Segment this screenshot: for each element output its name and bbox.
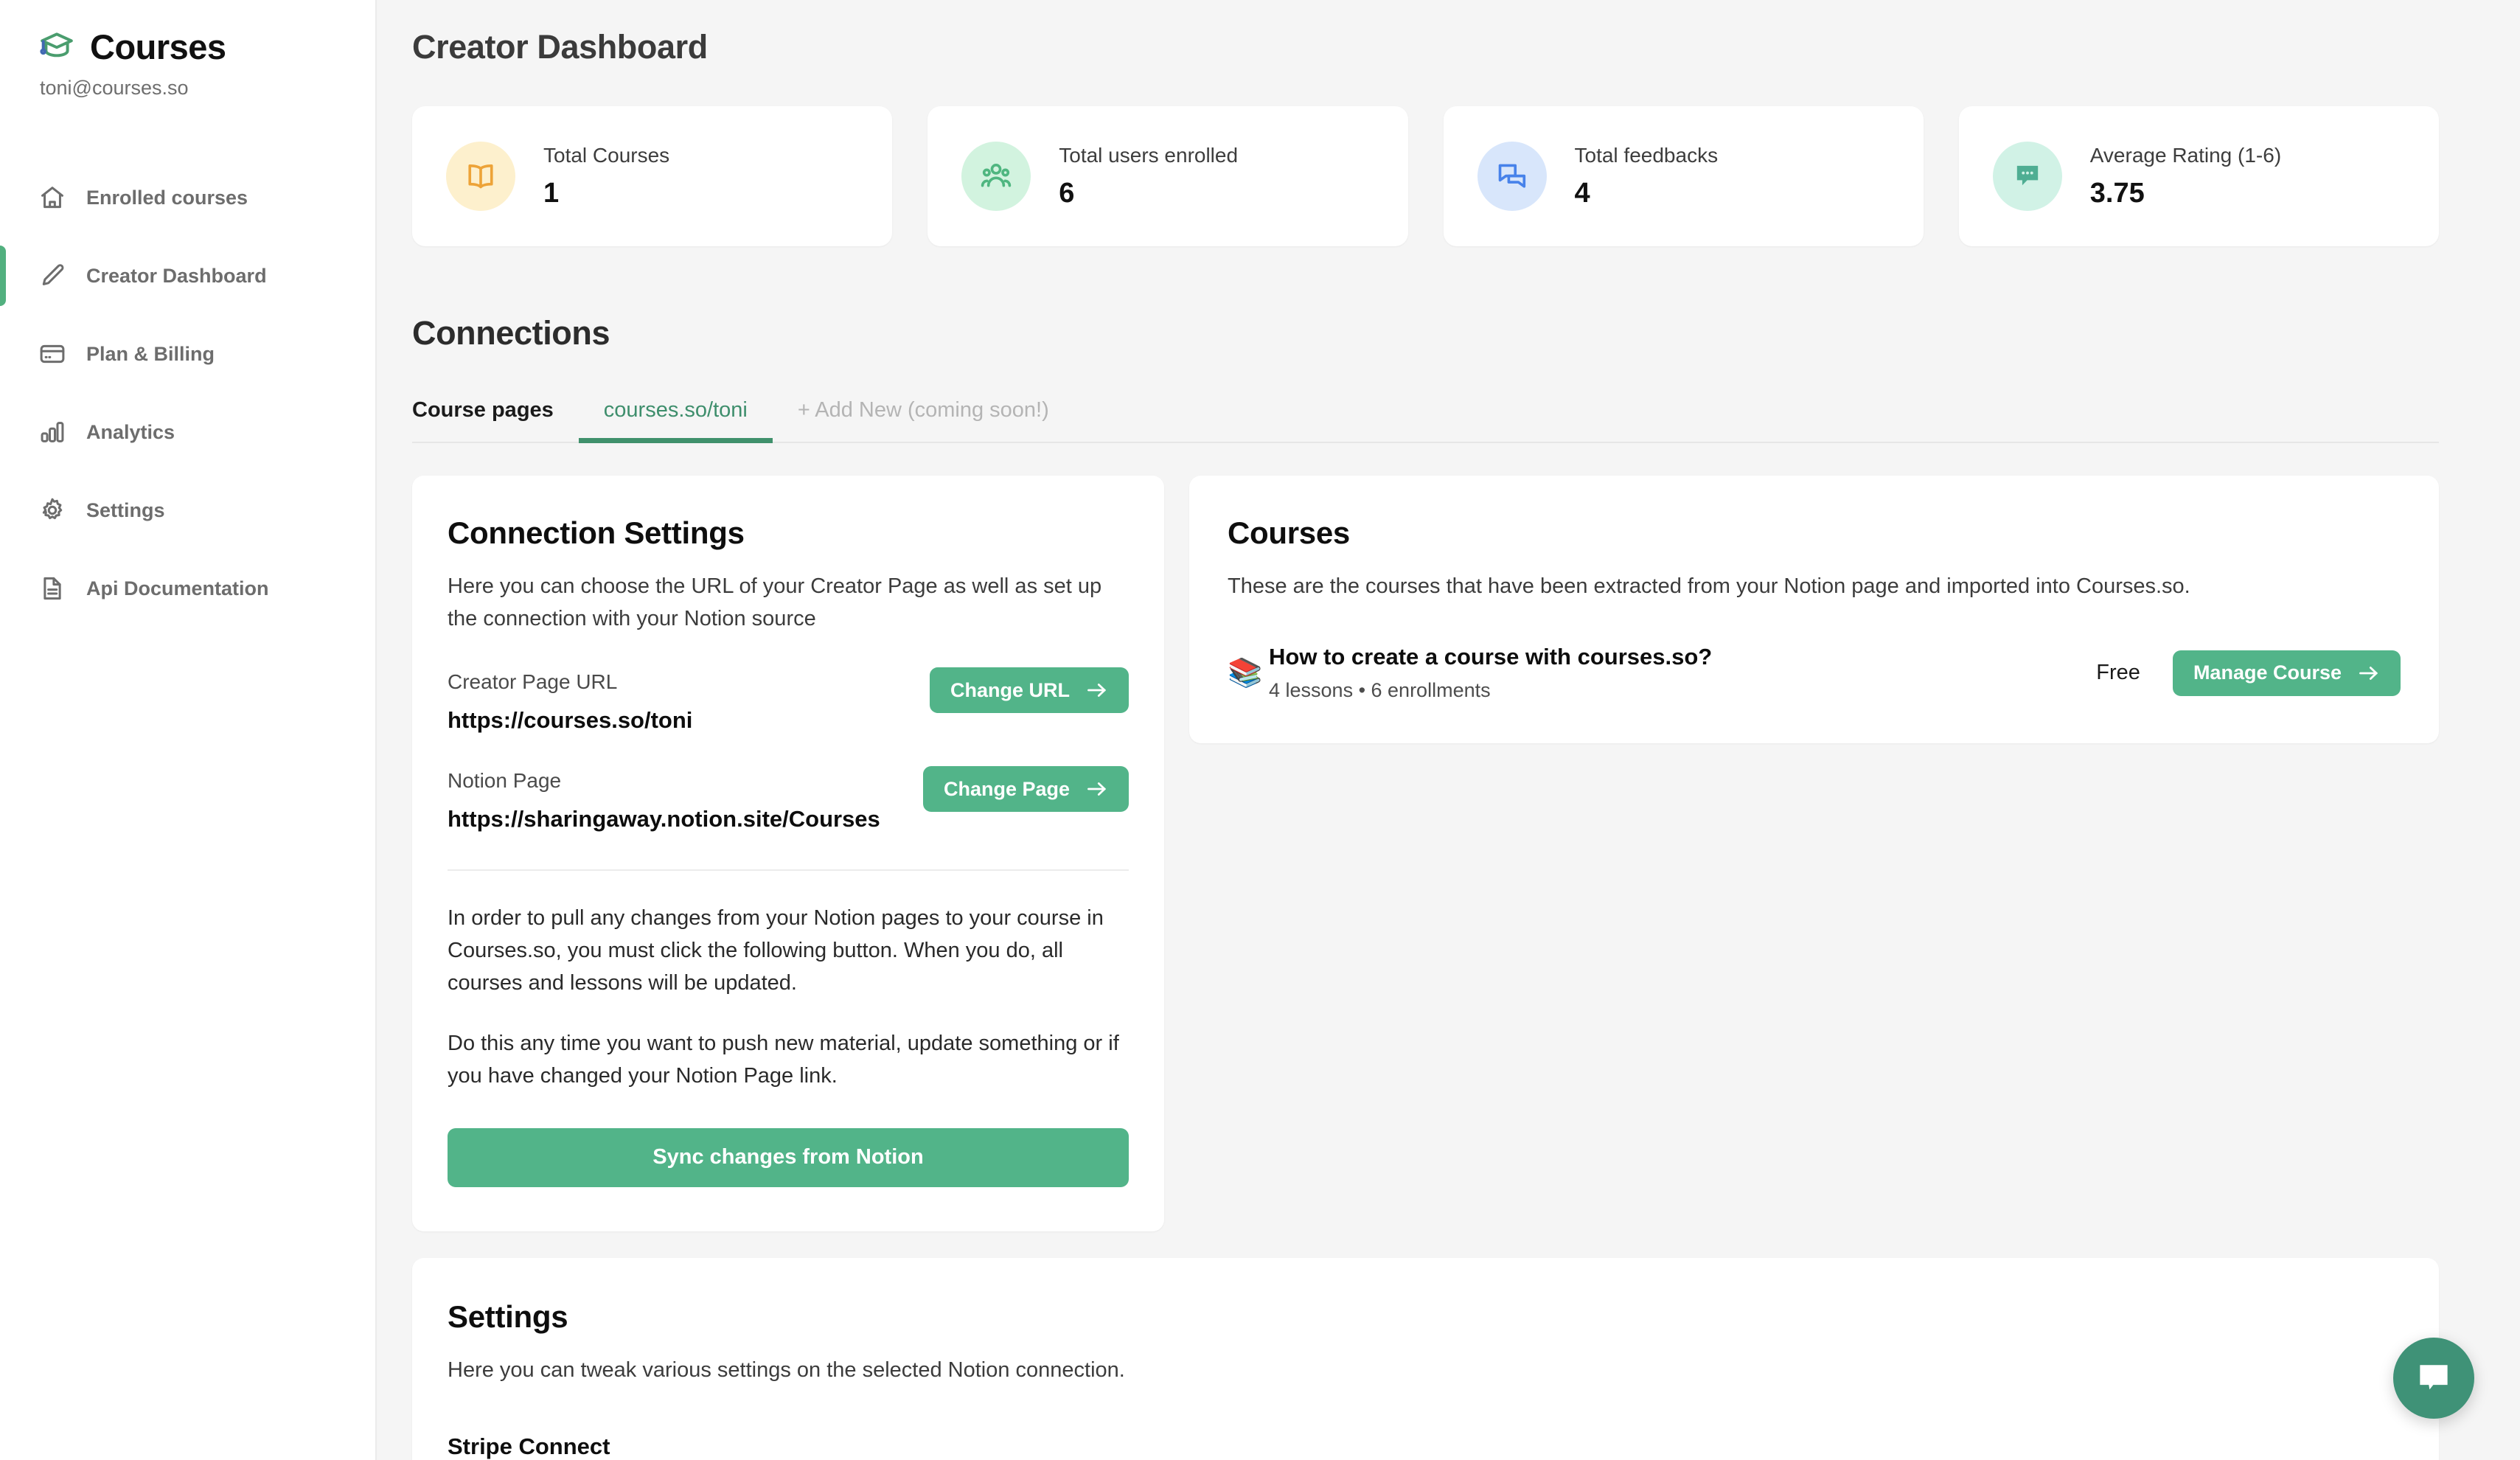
arrow-right-icon bbox=[2358, 664, 2380, 683]
settings-panel-title: Settings bbox=[448, 1299, 2404, 1335]
stat-value: 1 bbox=[543, 178, 669, 209]
course-list-item: 📚 How to create a course with courses.so… bbox=[1228, 644, 2401, 702]
connection-settings-title: Connection Settings bbox=[448, 515, 1129, 551]
notion-page-label: Notion Page bbox=[448, 769, 880, 793]
connections-title: Connections bbox=[412, 314, 2439, 352]
courses-panel: Courses These are the courses that have … bbox=[1189, 476, 2439, 743]
brand-row[interactable]: Courses bbox=[38, 28, 375, 65]
pencil-icon bbox=[38, 262, 66, 290]
arrow-right-icon bbox=[1086, 681, 1108, 700]
stat-label: Total users enrolled bbox=[1059, 144, 1238, 167]
document-icon bbox=[38, 574, 66, 602]
tab-course-pages: Course pages bbox=[412, 398, 579, 442]
bar-chart-icon bbox=[38, 418, 66, 446]
settings-panel: Settings Here you can tweak various sett… bbox=[412, 1258, 2439, 1460]
sync-paragraph-2: Do this any time you want to push new ma… bbox=[448, 1027, 1129, 1092]
change-url-button-label: Change URL bbox=[950, 679, 1070, 702]
connection-settings-panel: Connection Settings Here you can choose … bbox=[412, 476, 1164, 1231]
panels-row: Connection Settings Here you can choose … bbox=[412, 476, 2439, 1231]
stat-label: Total Courses bbox=[543, 144, 669, 167]
change-page-button[interactable]: Change Page bbox=[923, 766, 1129, 812]
panel-divider bbox=[448, 869, 1129, 871]
brand: Courses toni@courses.so bbox=[0, 0, 375, 100]
sidebar-item-creator-dashboard[interactable]: Creator Dashboard bbox=[0, 237, 375, 315]
users-icon bbox=[961, 142, 1031, 211]
stat-label: Average Rating (1-6) bbox=[2090, 144, 2281, 167]
creator-page-url-row: Creator Page URL https://courses.so/toni… bbox=[448, 667, 1129, 734]
course-meta: 4 lessons • 6 enrollments bbox=[1269, 679, 1712, 702]
courses-panel-description: These are the courses that have been ext… bbox=[1228, 570, 2401, 602]
connection-settings-description: Here you can choose the URL of your Crea… bbox=[448, 570, 1129, 635]
sidebar-item-settings[interactable]: Settings bbox=[0, 471, 375, 549]
tab-add-new[interactable]: + Add New (coming soon!) bbox=[773, 398, 1074, 442]
sync-changes-button[interactable]: Sync changes from Notion bbox=[448, 1128, 1129, 1187]
sidebar-item-analytics[interactable]: Analytics bbox=[0, 393, 375, 471]
change-page-button-label: Change Page bbox=[944, 778, 1070, 801]
course-price: Free bbox=[2096, 661, 2140, 685]
home-icon bbox=[38, 184, 66, 212]
app-root: Courses toni@courses.so Enrolled courses bbox=[0, 0, 2520, 1460]
sidebar-item-label: Creator Dashboard bbox=[86, 265, 267, 288]
manage-course-button-label: Manage Course bbox=[2193, 661, 2342, 684]
sidebar-item-label: Enrolled courses bbox=[86, 187, 248, 209]
stat-value: 3.75 bbox=[2090, 178, 2281, 209]
settings-panel-description: Here you can tweak various settings on t… bbox=[448, 1354, 2404, 1386]
stat-value: 4 bbox=[1575, 178, 1719, 209]
creator-page-url-value: https://courses.so/toni bbox=[448, 707, 692, 734]
main-content: Creator Dashboard Total Courses 1 bbox=[377, 0, 2520, 1460]
sidebar-nav: Enrolled courses Creator Dashboard bbox=[0, 159, 375, 628]
chat-bubbles-icon bbox=[1477, 142, 1547, 211]
chat-dots-icon bbox=[1993, 142, 2062, 211]
graduation-cap-icon bbox=[38, 28, 75, 65]
arrow-right-icon bbox=[1086, 779, 1108, 799]
books-emoji-icon: 📚 bbox=[1228, 659, 1269, 687]
account-email: toni@courses.so bbox=[38, 77, 375, 100]
gear-icon bbox=[38, 496, 66, 524]
sidebar: Courses toni@courses.so Enrolled courses bbox=[0, 0, 377, 1460]
creator-page-url-label: Creator Page URL bbox=[448, 670, 692, 694]
brand-title: Courses bbox=[90, 29, 226, 64]
stat-value: 6 bbox=[1059, 178, 1238, 209]
connections-tabs: Course pages courses.so/toni + Add New (… bbox=[412, 398, 2439, 443]
stat-card-total-users-enrolled: Total users enrolled 6 bbox=[927, 106, 1407, 246]
stat-label: Total feedbacks bbox=[1575, 144, 1719, 167]
stripe-connect-label: Stripe Connect bbox=[448, 1433, 2404, 1460]
chat-icon bbox=[2415, 1359, 2453, 1397]
course-name: How to create a course with courses.so? bbox=[1269, 644, 1712, 670]
notion-page-value: https://sharingaway.notion.site/Courses bbox=[448, 806, 880, 832]
stats-row: Total Courses 1 Total users e bbox=[412, 106, 2439, 246]
stat-card-total-feedbacks: Total feedbacks 4 bbox=[1444, 106, 1924, 246]
courses-panel-title: Courses bbox=[1228, 515, 2401, 551]
book-open-icon bbox=[446, 142, 515, 211]
credit-card-icon bbox=[38, 340, 66, 368]
notion-page-row: Notion Page https://sharingaway.notion.s… bbox=[448, 766, 1129, 832]
sidebar-item-label: Settings bbox=[86, 499, 165, 522]
sidebar-item-enrolled-courses[interactable]: Enrolled courses bbox=[0, 159, 375, 237]
stat-card-total-courses: Total Courses 1 bbox=[412, 106, 892, 246]
tab-courses-so-toni[interactable]: courses.so/toni bbox=[579, 398, 773, 442]
sidebar-item-plan-billing[interactable]: Plan & Billing bbox=[0, 315, 375, 393]
page-title: Creator Dashboard bbox=[412, 28, 2439, 66]
stat-card-average-rating: Average Rating (1-6) 3.75 bbox=[1959, 106, 2439, 246]
sidebar-item-label: Analytics bbox=[86, 421, 175, 444]
change-url-button[interactable]: Change URL bbox=[930, 667, 1129, 713]
sidebar-item-label: Api Documentation bbox=[86, 577, 269, 600]
sidebar-item-label: Plan & Billing bbox=[86, 343, 215, 366]
sidebar-item-api-documentation[interactable]: Api Documentation bbox=[0, 549, 375, 628]
chat-widget-button[interactable] bbox=[2393, 1338, 2474, 1419]
manage-course-button[interactable]: Manage Course bbox=[2173, 650, 2401, 696]
sync-paragraph-1: In order to pull any changes from your N… bbox=[448, 902, 1129, 999]
